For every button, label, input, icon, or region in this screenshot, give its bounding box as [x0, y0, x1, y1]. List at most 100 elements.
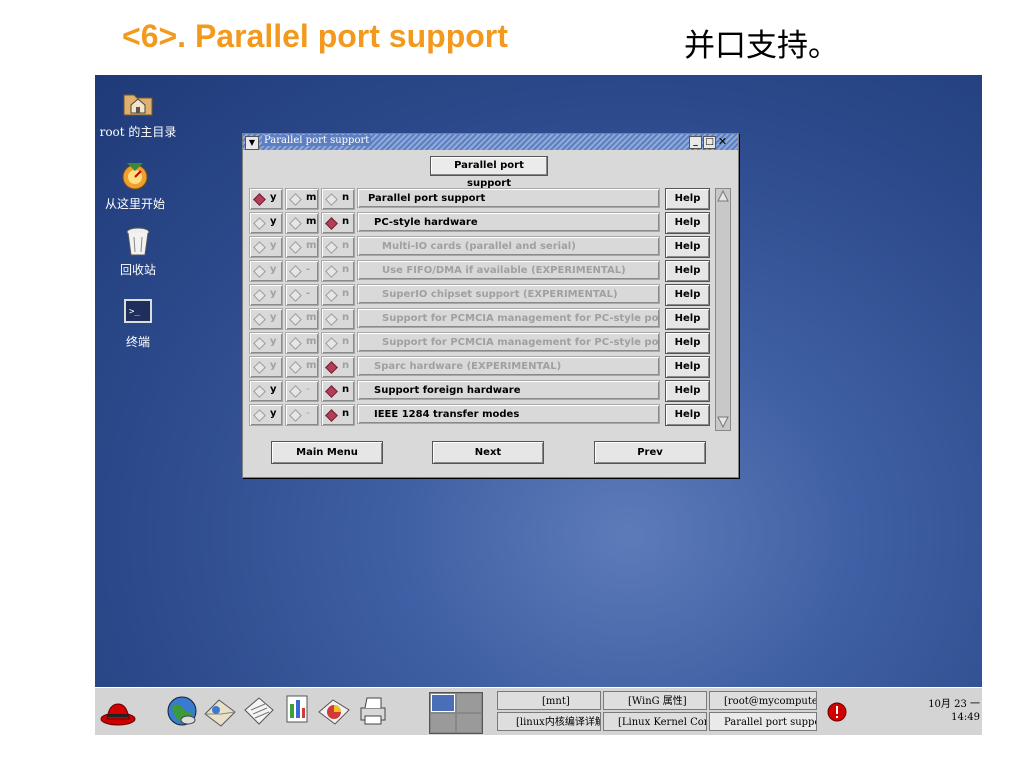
option-n-radio[interactable]: n: [321, 284, 355, 306]
task-parallel-port-support[interactable]: Parallel port suppor: [709, 712, 817, 731]
mail-icon[interactable]: [201, 692, 239, 730]
workspace-1[interactable]: [431, 694, 455, 712]
help-button[interactable]: Help: [665, 380, 710, 402]
section-header-button[interactable]: Parallel port support: [430, 156, 548, 189]
option-y-label: y: [270, 264, 277, 275]
help-button[interactable]: Help: [665, 188, 710, 210]
task-wing-properties[interactable]: [WinG 属性]: [603, 691, 707, 710]
radio-diamond-icon: [325, 289, 338, 302]
svg-text:>_: >_: [129, 307, 140, 317]
desktop-icon-start-here[interactable]: 从这里开始: [95, 157, 175, 212]
writer-icon[interactable]: [239, 692, 277, 730]
option-y-radio[interactable]: y: [249, 212, 283, 234]
prev-button[interactable]: Prev: [594, 441, 706, 464]
printer-icon[interactable]: [353, 692, 391, 730]
help-button[interactable]: Help: [665, 212, 710, 234]
spreadsheet-icon[interactable]: [277, 692, 315, 730]
option-y-radio[interactable]: y: [249, 404, 283, 426]
parallel-port-dialog: ▼ Parallel port support _ □ ✕ Parallel p…: [242, 133, 739, 478]
help-button[interactable]: Help: [665, 332, 710, 354]
option-y-radio[interactable]: y: [249, 188, 283, 210]
home-folder-icon: [120, 85, 156, 121]
window-titlebar[interactable]: ▼ Parallel port support _ □ ✕: [243, 134, 738, 150]
workspace-4[interactable]: [457, 714, 481, 732]
scrollbar[interactable]: [715, 188, 731, 431]
desktop-icon-home[interactable]: root 的主目录: [98, 85, 178, 140]
help-button[interactable]: Help: [665, 356, 710, 378]
maximize-icon[interactable]: □: [703, 136, 716, 149]
desktop: root 的主目录 从这里开始 回收站 >_ 终端 ▼ Parallel por…: [95, 75, 982, 687]
option-m-radio[interactable]: -: [285, 380, 319, 402]
option-m-label: -: [306, 408, 310, 419]
option-n-radio[interactable]: n: [321, 260, 355, 282]
option-m-radio[interactable]: m: [285, 356, 319, 378]
option-n-radio[interactable]: n: [321, 212, 355, 234]
workspace-3[interactable]: [431, 714, 455, 732]
radio-diamond-icon: [253, 313, 266, 326]
option-y-radio[interactable]: y: [249, 380, 283, 402]
option-m-radio[interactable]: m: [285, 188, 319, 210]
help-button[interactable]: Help: [665, 236, 710, 258]
radio-diamond-icon: [325, 241, 338, 254]
window-menu-icon[interactable]: ▼: [245, 136, 259, 150]
option-label: Sparc hardware (EXPERIMENTAL): [357, 356, 660, 376]
redhat-menu-icon[interactable]: [99, 692, 137, 730]
option-m-label: m: [306, 240, 317, 251]
option-label: Multi-IO cards (parallel and serial): [357, 236, 660, 256]
option-y-radio[interactable]: y: [249, 332, 283, 354]
option-m-radio[interactable]: -: [285, 284, 319, 306]
option-n-radio[interactable]: n: [321, 356, 355, 378]
option-n-radio[interactable]: n: [321, 236, 355, 258]
main-menu-button[interactable]: Main Menu: [271, 441, 383, 464]
task-linux-kernel-config[interactable]: [Linux Kernel Con: [603, 712, 707, 731]
option-y-label: y: [270, 312, 277, 323]
next-button[interactable]: Next: [432, 441, 544, 464]
option-y-radio[interactable]: y: [249, 284, 283, 306]
option-m-label: -: [306, 288, 311, 299]
presentation-icon[interactable]: [315, 692, 353, 730]
radio-diamond-icon: [325, 265, 338, 278]
option-row: y m n Sparc hardware (EXPERIMENTAL) Help: [249, 356, 713, 378]
option-m-radio[interactable]: m: [285, 332, 319, 354]
clock-date: 10月 23 一: [928, 699, 980, 710]
workspace-2[interactable]: [457, 694, 481, 712]
option-n-radio[interactable]: n: [321, 308, 355, 330]
workspace-switcher[interactable]: [429, 692, 483, 734]
option-m-radio[interactable]: m: [285, 236, 319, 258]
option-n-radio[interactable]: n: [321, 332, 355, 354]
desktop-icon-trash[interactable]: 回收站: [98, 223, 178, 278]
desktop-icon-terminal[interactable]: >_ 终端: [98, 295, 178, 350]
alert-icon[interactable]: [827, 702, 847, 722]
help-button[interactable]: Help: [665, 284, 710, 306]
option-label: Support foreign hardware: [357, 380, 660, 400]
option-y-label: y: [270, 288, 277, 299]
task-mnt[interactable]: [mnt]: [497, 691, 601, 710]
clock[interactable]: 10月 23 一 14:49: [900, 698, 980, 724]
close-icon[interactable]: ✕: [717, 136, 728, 147]
option-n-radio[interactable]: n: [321, 404, 355, 426]
task-linux-kernel-doc[interactable]: [linux内核编译详解: [497, 712, 601, 731]
option-m-radio[interactable]: -: [285, 404, 319, 426]
desktop-screenshot: root 的主目录 从这里开始 回收站 >_ 终端 ▼ Parallel por…: [95, 75, 982, 735]
radio-diamond-icon: [289, 193, 302, 206]
option-m-radio[interactable]: m: [285, 212, 319, 234]
radio-diamond-icon: [289, 337, 302, 350]
help-button[interactable]: Help: [665, 404, 710, 426]
clock-time: 14:49: [951, 712, 980, 723]
option-y-radio[interactable]: y: [249, 260, 283, 282]
minimize-icon[interactable]: _: [689, 136, 702, 149]
option-m-radio[interactable]: -: [285, 260, 319, 282]
help-button[interactable]: Help: [665, 308, 710, 330]
browser-icon[interactable]: [163, 692, 201, 730]
option-y-label: y: [270, 192, 277, 203]
option-y-radio[interactable]: y: [249, 236, 283, 258]
option-row: y m n PC-style hardware Help: [249, 212, 713, 234]
option-m-radio[interactable]: m: [285, 308, 319, 330]
task-terminal-root[interactable]: [root@mycomputer:/: [709, 691, 817, 710]
option-row: y - n SuperIO chipset support (EXPERIMENTAL…: [249, 284, 713, 306]
option-y-radio[interactable]: y: [249, 356, 283, 378]
option-n-radio[interactable]: n: [321, 188, 355, 210]
option-n-radio[interactable]: n: [321, 380, 355, 402]
help-button[interactable]: Help: [665, 260, 710, 282]
option-y-radio[interactable]: y: [249, 308, 283, 330]
